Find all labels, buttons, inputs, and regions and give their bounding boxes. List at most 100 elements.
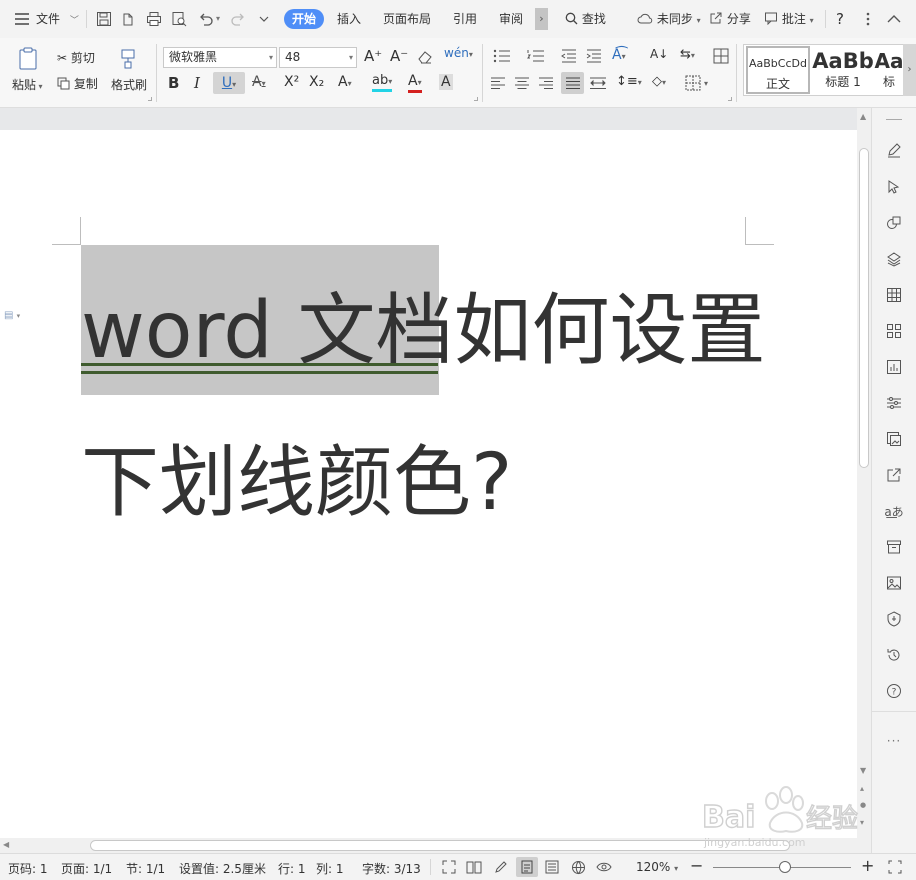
justify-icon[interactable] — [561, 72, 584, 94]
outline-view-icon[interactable] — [543, 858, 561, 876]
bold-button[interactable]: B — [168, 74, 179, 92]
dialog-launcher-icon[interactable] — [148, 97, 152, 101]
status-section[interactable]: 节: 1/1 — [126, 860, 165, 877]
edit-mode-icon[interactable] — [492, 858, 510, 876]
scrollbar-thumb[interactable] — [859, 148, 869, 468]
image-gallery-icon[interactable] — [885, 430, 903, 448]
char-shading-button[interactable]: A — [439, 74, 453, 90]
status-row[interactable]: 行: 1 — [278, 860, 306, 877]
translate-icon[interactable]: a͟あ — [884, 502, 903, 520]
style-heading-2[interactable]: Aa 标 — [874, 46, 904, 94]
chart-icon[interactable] — [885, 358, 903, 376]
line-spacing-button[interactable]: ↕≡▾ — [616, 74, 642, 89]
zoom-out-button[interactable]: − — [690, 856, 703, 875]
clear-format-icon[interactable] — [416, 48, 434, 66]
page-view-icon[interactable] — [516, 857, 538, 877]
style-normal[interactable]: AaBbCcDd 正文 — [746, 46, 810, 94]
line-break-button[interactable]: ⇆▾ — [680, 47, 695, 62]
tab-review[interactable]: 审阅 — [499, 9, 523, 29]
web-view-icon[interactable] — [569, 858, 587, 876]
fullscreen-icon[interactable] — [440, 858, 458, 876]
eye-protection-icon[interactable] — [595, 858, 613, 876]
strikethrough-button[interactable]: A▾ — [252, 74, 266, 90]
format-painter-button[interactable]: 格式刷 — [111, 76, 147, 93]
style-gallery-more-button[interactable]: › — [903, 44, 916, 96]
numbering-icon[interactable] — [524, 48, 548, 64]
zoom-slider-thumb[interactable] — [778, 861, 791, 873]
hamburger-menu-icon[interactable] — [12, 9, 32, 29]
cut-button[interactable]: ✂ 剪切 — [57, 49, 95, 66]
font-size-select[interactable]: 48 ▾ — [279, 47, 357, 68]
increase-indent-icon[interactable] — [585, 48, 603, 64]
grow-font-button[interactable]: A⁺ — [364, 47, 382, 65]
settings-sliders-icon[interactable] — [885, 394, 903, 412]
collapse-ribbon-icon[interactable] — [884, 9, 904, 29]
export-icon[interactable] — [119, 9, 139, 29]
layers-icon[interactable] — [885, 250, 903, 268]
table-icon[interactable] — [885, 286, 903, 304]
previous-page-icon[interactable]: ▴ — [860, 784, 864, 793]
browse-object-icon[interactable]: ● — [860, 801, 866, 809]
status-setting-value[interactable]: 设置值: 2.5厘米 — [179, 860, 266, 877]
italic-button[interactable]: I — [194, 74, 200, 92]
subscript-button[interactable]: X₂ — [309, 74, 324, 90]
more-options-icon[interactable] — [858, 9, 878, 29]
share-out-icon[interactable] — [885, 466, 903, 484]
help-circle-icon[interactable]: ? — [885, 682, 903, 700]
style-heading-1[interactable]: AaBb 标题 1 — [812, 46, 874, 94]
status-word-count[interactable]: 字数: 3/13 — [362, 860, 421, 877]
phonetic-guide-button[interactable]: wén▾ — [444, 46, 473, 60]
highlight-button[interactable]: ab▾ — [372, 74, 393, 92]
bullets-icon[interactable] — [490, 48, 514, 64]
status-page-count[interactable]: 页面: 1/1 — [61, 860, 112, 877]
copy-button[interactable]: 复制 — [57, 75, 98, 92]
shapes-icon[interactable] — [885, 214, 903, 232]
underline-button[interactable]: U▾ — [213, 72, 245, 94]
comment-button[interactable]: 批注 ▾ — [764, 9, 814, 29]
dialog-launcher-icon[interactable] — [474, 97, 478, 101]
superscript-button[interactable]: X² — [284, 74, 299, 90]
chevron-down-icon[interactable]: ▾ — [216, 9, 220, 29]
sort-button[interactable]: A↓ — [650, 47, 668, 61]
tab-references[interactable]: 引用 — [453, 9, 477, 29]
align-left-icon[interactable] — [490, 75, 506, 91]
table-insert-icon[interactable] — [712, 47, 730, 65]
history-icon[interactable] — [885, 646, 903, 664]
chevron-down-icon[interactable]: ▾ — [704, 79, 708, 88]
scroll-up-icon[interactable]: ▲ — [860, 112, 866, 121]
decrease-indent-icon[interactable] — [560, 48, 578, 64]
paragraph-options-icon[interactable]: ▤ ▾ — [4, 310, 20, 321]
scrollbar-thumb[interactable] — [90, 840, 790, 851]
shading-button[interactable]: ◇▾ — [652, 74, 666, 89]
shrink-font-button[interactable]: A⁻ — [390, 47, 408, 65]
customize-toolbar-icon[interactable] — [254, 9, 274, 29]
status-page-number[interactable]: 页码: 1 — [8, 860, 48, 877]
undo-icon[interactable] — [196, 9, 216, 29]
paste-icon[interactable] — [16, 46, 40, 72]
horizontal-scrollbar[interactable]: ◀ — [0, 838, 871, 853]
paste-button[interactable]: 粘贴 ▾ — [12, 76, 43, 93]
font-color-button[interactable]: A▾ — [408, 74, 422, 93]
tab-page-layout[interactable]: 页面布局 — [383, 9, 431, 29]
sync-button[interactable]: 未同步 ▾ — [637, 9, 701, 29]
vertical-scrollbar[interactable]: ▲ ▼ ▴ ● ▾ — [857, 108, 871, 838]
tab-home[interactable]: 开始 — [284, 9, 325, 29]
status-column[interactable]: 列: 1 — [316, 860, 344, 877]
zoom-level-dropdown[interactable]: 120% ▾ — [636, 860, 678, 874]
change-case-button[interactable]: A͡▾ — [612, 47, 626, 63]
dialog-launcher-icon[interactable] — [728, 97, 732, 101]
help-button[interactable]: ? — [836, 9, 844, 29]
cursor-icon[interactable] — [885, 178, 903, 196]
borders-icon[interactable] — [684, 74, 702, 92]
tab-insert[interactable]: 插入 — [337, 9, 361, 29]
shield-icon[interactable] — [885, 610, 903, 628]
share-button[interactable]: 分享 — [709, 9, 751, 29]
redo-icon[interactable] — [228, 9, 248, 29]
read-mode-icon[interactable] — [465, 858, 483, 876]
print-icon[interactable] — [144, 9, 164, 29]
pen-icon[interactable] — [885, 141, 903, 159]
distributed-align-icon[interactable] — [589, 75, 607, 91]
save-icon[interactable] — [94, 9, 114, 29]
fit-window-icon[interactable] — [886, 858, 904, 876]
search-button[interactable]: 查找 — [565, 9, 606, 29]
